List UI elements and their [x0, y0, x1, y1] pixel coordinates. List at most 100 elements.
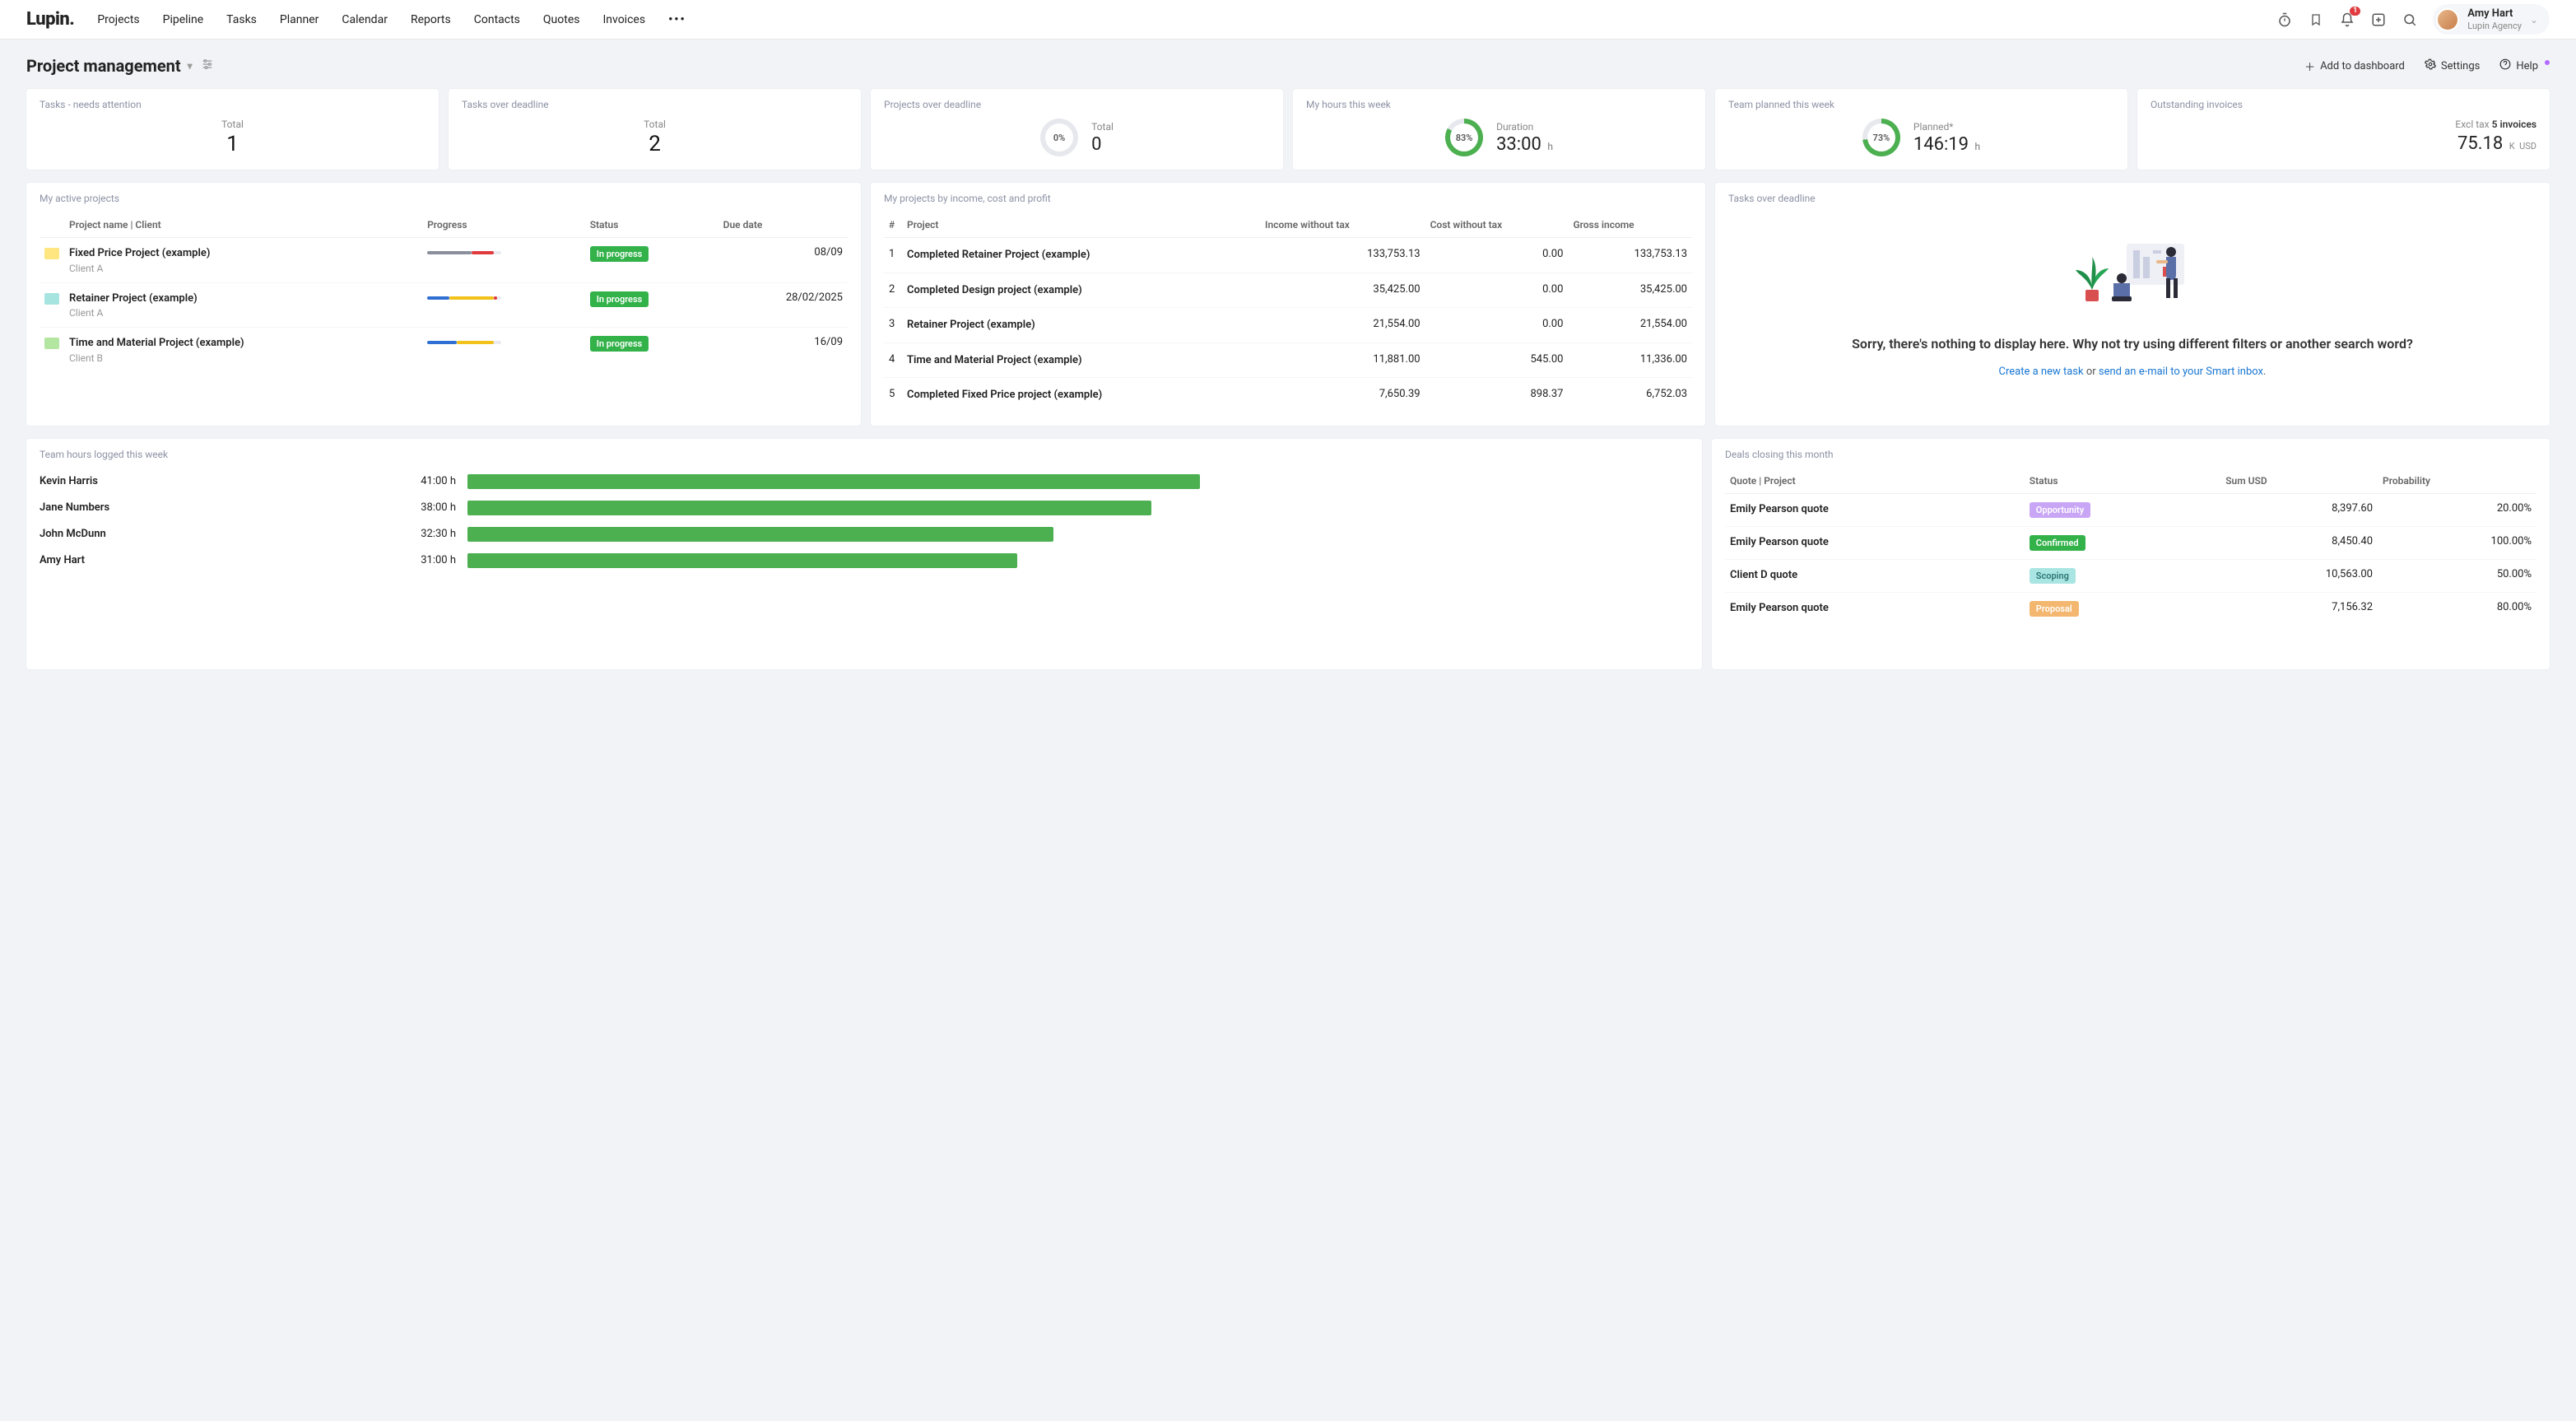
status-badge: Opportunity	[2030, 502, 2090, 518]
kpi-value: 33:00 h	[1496, 134, 1553, 155]
col-status[interactable]: Status	[585, 212, 718, 238]
hours-bar	[467, 553, 1017, 568]
kpi-subtitle: Excl tax 5 invoices	[2151, 119, 2536, 130]
nav-quotes[interactable]: Quotes	[543, 13, 580, 26]
nav-reports[interactable]: Reports	[411, 13, 451, 26]
table-row[interactable]: 4 Time and Material Project (example) 11…	[884, 342, 1692, 378]
settings-button[interactable]: Settings	[2425, 58, 2480, 73]
nav-projects[interactable]: Projects	[97, 13, 139, 26]
cost-value: 545.00	[1425, 342, 1569, 378]
col-gross[interactable]: Gross income	[1568, 212, 1692, 238]
kpi-title: Tasks - needs attention	[40, 99, 425, 110]
table-row[interactable]: Emily Pearson quote Confirmed 8,450.40 1…	[1725, 526, 2536, 559]
table-row[interactable]: Time and Material Project (example) Clie…	[40, 328, 848, 372]
page-title[interactable]: Project management ▾	[26, 56, 193, 76]
project-name: Retainer Project (example)	[907, 318, 1255, 333]
client-name: Client A	[69, 307, 417, 319]
search-icon[interactable]	[2402, 12, 2418, 28]
stopwatch-icon[interactable]	[2276, 12, 2293, 28]
user-org: Lupin Agency	[2467, 21, 2522, 31]
nav-calendar[interactable]: Calendar	[342, 13, 388, 26]
card-title: My active projects	[40, 193, 848, 204]
kpi-my-hours[interactable]: My hours this week 83% Duration 33:00 h	[1293, 89, 1705, 170]
col-name[interactable]: Project name | Client	[64, 212, 422, 238]
table-row[interactable]: Emily Pearson quote Proposal 7,156.32 80…	[1725, 592, 2536, 625]
gear-icon	[2425, 58, 2436, 73]
bookmark-icon[interactable]	[2308, 12, 2324, 28]
row-index: 3	[884, 308, 902, 343]
brand-logo[interactable]: Lupin.	[26, 9, 74, 30]
dot: .	[2263, 366, 2266, 378]
table-row[interactable]: 5 Completed Fixed Price project (example…	[884, 378, 1692, 412]
kpi-title: Team planned this week	[1728, 99, 2114, 110]
help-button[interactable]: Help	[2499, 58, 2550, 73]
table-row[interactable]: Retainer Project (example) Client A In p…	[40, 282, 848, 328]
col-index[interactable]: #	[884, 212, 902, 238]
col-due[interactable]: Due date	[718, 212, 848, 238]
progress-bar	[427, 296, 501, 300]
person-name: John McDunn	[40, 528, 286, 540]
col-status[interactable]: Status	[2025, 468, 2220, 494]
table-row[interactable]: Fixed Price Project (example) Client A I…	[40, 238, 848, 283]
hours-row[interactable]: John McDunn 32:30 h	[40, 521, 1689, 547]
donut-icon: 73%	[1862, 119, 1900, 156]
table-row[interactable]: 3 Retainer Project (example) 21,554.00 0…	[884, 308, 1692, 343]
prob-value: 20.00%	[2378, 493, 2536, 526]
status-badge: Proposal	[2030, 601, 2079, 617]
table-row[interactable]: 1 Completed Retainer Project (example) 1…	[884, 238, 1692, 273]
col-prob[interactable]: Probability	[2378, 468, 2536, 494]
help-icon	[2499, 58, 2511, 73]
project-name: Completed Design project (example)	[907, 283, 1255, 298]
hours-row[interactable]: Kevin Harris 41:00 h	[40, 468, 1689, 495]
plus-icon: ＋	[2304, 58, 2315, 74]
deals-card: Deals closing this month Quote | Project…	[1712, 439, 2550, 669]
cost-value: 0.00	[1425, 273, 1569, 308]
nav-more-icon[interactable]: •••	[668, 13, 686, 26]
col-cost[interactable]: Cost without tax	[1425, 212, 1569, 238]
col-project[interactable]: Project	[902, 212, 1260, 238]
sliders-icon[interactable]	[201, 58, 214, 74]
table-row[interactable]: Client D quote Scoping 10,563.00 50.00%	[1725, 559, 2536, 592]
status-badge: Confirmed	[2030, 535, 2085, 551]
create-task-link[interactable]: Create a new task	[1999, 366, 2084, 378]
kpi-label: Total	[1091, 121, 1114, 133]
nav-pipeline[interactable]: Pipeline	[163, 13, 204, 26]
client-name: Client A	[69, 263, 417, 274]
user-menu[interactable]: Amy Hart Lupin Agency ⌄	[2433, 4, 2550, 35]
status-badge: In progress	[590, 246, 649, 262]
caret-down-icon: ▾	[188, 60, 193, 72]
send-email-link[interactable]: send an e-mail to your Smart inbox	[2099, 366, 2263, 378]
table-row[interactable]: 2 Completed Design project (example) 35,…	[884, 273, 1692, 308]
kpi-team-planned[interactable]: Team planned this week 73% Planned* 146:…	[1715, 89, 2127, 170]
add-to-dashboard-button[interactable]: ＋ Add to dashboard	[2304, 58, 2405, 74]
col-progress[interactable]: Progress	[422, 212, 585, 238]
add-icon[interactable]	[2370, 12, 2387, 28]
nav-invoices[interactable]: Invoices	[602, 13, 645, 26]
progress-bar	[427, 341, 501, 344]
kpi-label: Total	[40, 119, 425, 130]
help-label: Help	[2516, 60, 2538, 72]
bell-icon[interactable]: 1	[2339, 12, 2355, 28]
kpi-tasks-over-deadline[interactable]: Tasks over deadline Total 2	[449, 89, 861, 170]
hours-row[interactable]: Amy Hart 31:00 h	[40, 547, 1689, 574]
kpi-outstanding-invoices[interactable]: Outstanding invoices Excl tax 5 invoices…	[2137, 89, 2550, 170]
kpi-projects-over-deadline[interactable]: Projects over deadline 0% Total 0	[871, 89, 1283, 170]
hours-row[interactable]: Jane Numbers 38:00 h	[40, 495, 1689, 521]
tasks-over-deadline-card: Tasks over deadline	[1715, 183, 2550, 426]
kpi-title: My hours this week	[1306, 99, 1692, 110]
page-title-text: Project management	[26, 56, 181, 76]
table-row[interactable]: Emily Pearson quote Opportunity 8,397.60…	[1725, 493, 2536, 526]
col-quote[interactable]: Quote | Project	[1725, 468, 2025, 494]
nav-contacts[interactable]: Contacts	[474, 13, 520, 26]
kpi-value: 0	[1091, 134, 1114, 155]
nav-planner[interactable]: Planner	[280, 13, 319, 26]
nav-tasks[interactable]: Tasks	[226, 13, 257, 26]
col-sum[interactable]: Sum USD	[2220, 468, 2378, 494]
hours-value: 41:00 h	[286, 475, 467, 487]
hours-bar	[467, 501, 1151, 515]
project-name: Completed Retainer Project (example)	[907, 248, 1255, 263]
quote-name: Emily Pearson quote	[1730, 535, 2020, 550]
kpi-tasks-attention[interactable]: Tasks - needs attention Total 1	[26, 89, 439, 170]
col-income[interactable]: Income without tax	[1260, 212, 1425, 238]
user-info: Amy Hart Lupin Agency	[2467, 7, 2522, 31]
